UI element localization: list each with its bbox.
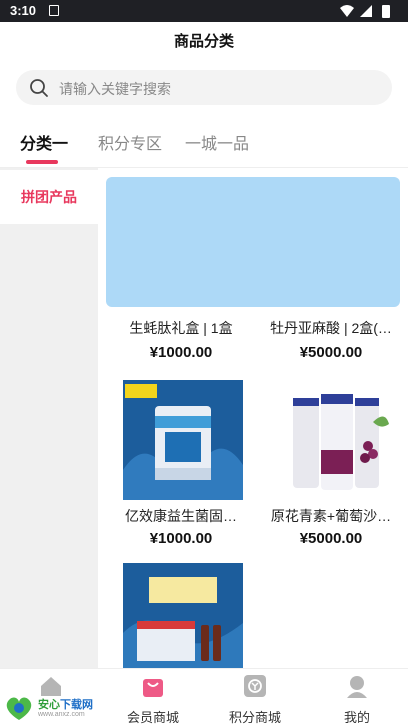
status-icons [340, 5, 390, 18]
sidebar: 拼团产品 [0, 168, 98, 668]
sidebar-item-group-buy[interactable]: 拼团产品 [0, 170, 98, 224]
product-card[interactable]: 亿效康益生菌固… ¥1000.00 [106, 380, 256, 550]
battery-icon [382, 5, 390, 18]
category-tabs: 分类一 积分专区 一城一品 [0, 120, 408, 168]
product-price: ¥5000.00 [299, 530, 363, 547]
points-icon [244, 675, 266, 697]
sidebar-item-label: 拼团产品 [21, 189, 77, 205]
tab-category-one[interactable]: 分类一 [20, 130, 68, 154]
search-icon [30, 79, 48, 97]
watermark: 安心下载网 www.anxz.com [4, 694, 114, 724]
product-image [123, 380, 243, 500]
product-card[interactable]: 原花青素+葡萄沙… ¥5000.00 [256, 380, 406, 550]
tab-points-zone[interactable]: 积分专区 [98, 130, 162, 154]
signal-icon [360, 5, 372, 17]
product-name: 原花青素+葡萄沙… [270, 508, 392, 524]
product-card[interactable] [106, 563, 256, 668]
notification-icon [49, 5, 59, 16]
header: 商品分类 [0, 22, 408, 62]
search-input[interactable]: 请输入关键字搜索 [16, 70, 392, 105]
product-image [123, 563, 243, 668]
status-bar: 3:10 [0, 0, 408, 22]
product-card[interactable]: 生蚝肽礼盒 | 1盒 ¥1000.00 [106, 318, 256, 368]
product-area: 生蚝肽礼盒 | 1盒 ¥1000.00 牡丹亚麻酸 | 2盒(… ¥5000.0… [98, 168, 408, 668]
tabbar-label: 我的 [343, 710, 370, 725]
category-banner[interactable] [106, 177, 400, 307]
tabbar-item-mine[interactable]: 我的 [306, 669, 408, 725]
product-card[interactable]: 牡丹亚麻酸 | 2盒(… ¥5000.00 [256, 318, 406, 368]
tab-indicator [26, 160, 58, 164]
tabbar-item-member-mall[interactable]: 会员商城 [102, 669, 204, 725]
product-name: 生蚝肽礼盒 | 1盒 [129, 320, 233, 336]
watermark-url: www.anxz.com [38, 711, 85, 718]
product-price: ¥5000.00 [299, 344, 363, 361]
product-name: 亿效康益生菌固… [125, 508, 237, 524]
search-placeholder: 请输入关键字搜索 [59, 81, 171, 97]
page-title: 商品分类 [173, 33, 234, 50]
product-name: 牡丹亚麻酸 | 2盒(… [270, 320, 392, 336]
product-price: ¥1000.00 [149, 344, 213, 361]
watermark-name: 安心下载网 [38, 699, 93, 711]
shopping-bag-icon [143, 679, 163, 697]
status-time: 3:10 [10, 3, 37, 18]
product-price: ¥1000.00 [149, 530, 213, 547]
tabbar-label: 会员商城 [126, 710, 179, 725]
tab-city-product[interactable]: 一城一品 [185, 130, 249, 154]
tabbar-label: 积分商城 [228, 710, 281, 725]
watermark-logo [6, 697, 32, 720]
tabbar-item-points-mall[interactable]: 积分商城 [204, 669, 306, 725]
product-image [273, 380, 393, 500]
wifi-icon [340, 5, 354, 17]
user-icon [347, 676, 367, 698]
